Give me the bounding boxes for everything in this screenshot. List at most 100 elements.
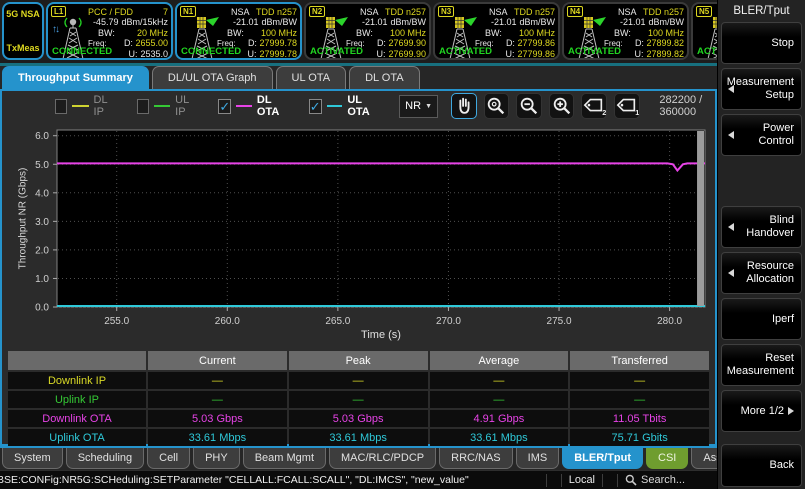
cell-panel-n3[interactable]: N3 NSATDD n257 -21.01dBm/BW BW:100 MHz F… bbox=[433, 2, 560, 60]
cell-panel-n4[interactable]: N4 NSATDD n257 -21.01dBm/BW BW:100 MHz F… bbox=[562, 2, 689, 60]
tab-beam-mgmt[interactable]: Beam Mgmt bbox=[243, 448, 326, 469]
tab-bler-tput[interactable]: BLER/Tput bbox=[562, 448, 643, 469]
svg-text:5.0: 5.0 bbox=[35, 160, 49, 171]
tab-ims[interactable]: IMS bbox=[516, 448, 560, 469]
stop-button[interactable]: Stop bbox=[721, 22, 802, 64]
search-icon bbox=[625, 474, 637, 486]
row-label-uplink-ip: Uplink IP bbox=[8, 391, 146, 408]
cell-power-unit: dBm/BW bbox=[261, 17, 297, 27]
tab-phy[interactable]: PHY bbox=[193, 448, 240, 469]
local-mode-button[interactable]: Local bbox=[569, 474, 595, 486]
cell-panel-n5[interactable]: N5 ACTIVATED bbox=[691, 2, 717, 60]
iperf-button[interactable]: Iperf bbox=[721, 298, 802, 340]
tab-scheduling[interactable]: Scheduling bbox=[66, 448, 144, 469]
search-field[interactable]: Search... bbox=[625, 474, 713, 486]
svg-text:1.0: 1.0 bbox=[35, 274, 49, 285]
cell-value: — bbox=[289, 372, 428, 389]
svg-text:4.0: 4.0 bbox=[35, 188, 49, 199]
zoom-fit-button[interactable] bbox=[484, 93, 510, 119]
tab-mac-rlc-pdcp[interactable]: MAC/RLC/PDCP bbox=[329, 448, 436, 469]
cell-power: -21.01 bbox=[233, 17, 259, 27]
cell-dl-freq: 27899.82 bbox=[646, 38, 684, 48]
throughput-chart-area[interactable]: 0.01.02.03.04.05.06.0255.0260.0265.0270.… bbox=[2, 121, 715, 347]
row-label-uplink-ota: Uplink OTA bbox=[8, 429, 146, 446]
zoom-out-icon bbox=[518, 95, 540, 117]
legend-item-dl-ip: DL IP bbox=[55, 94, 115, 118]
zoom-in-button[interactable] bbox=[549, 93, 575, 119]
back-button[interactable]: Back bbox=[721, 444, 802, 487]
reset-measurement-button[interactable]: Reset Measurement bbox=[721, 344, 802, 386]
right-arrow-icon bbox=[788, 407, 794, 415]
tab-system[interactable]: System bbox=[2, 448, 63, 469]
cell-bw: 100 MHz bbox=[261, 28, 297, 38]
cell-value: 4.91 Gbps bbox=[430, 410, 569, 427]
legend-label-3: UL OTA bbox=[347, 94, 377, 118]
cell-power-unit: dBm/15kHz bbox=[121, 17, 168, 27]
svg-text:260.0: 260.0 bbox=[215, 316, 240, 327]
cell-ul-freq: 27999.78 bbox=[259, 49, 297, 59]
cell-dl-freq: 27799.86 bbox=[517, 38, 555, 48]
cell-band: TDD n257 bbox=[514, 7, 555, 17]
cell-value: — bbox=[430, 391, 569, 408]
svg-text:1: 1 bbox=[636, 108, 640, 117]
resource-allocation-button[interactable]: Resource Allocation bbox=[721, 252, 802, 294]
zoom-out-button[interactable] bbox=[516, 93, 542, 119]
legend-checkbox-2[interactable]: ✓ bbox=[218, 99, 231, 114]
cell-value: 33.61 Mbps bbox=[148, 429, 287, 446]
cell-band: 7 bbox=[163, 7, 168, 17]
chevron-down-icon: ▼ bbox=[425, 103, 432, 110]
left-arrow-icon bbox=[728, 269, 734, 277]
legend-label-0: DL IP bbox=[94, 94, 115, 118]
cell-bw: 100 MHz bbox=[390, 28, 426, 38]
cell-power: -45.79 bbox=[93, 17, 119, 27]
legend-checkbox-0[interactable] bbox=[55, 99, 67, 114]
bw-label: BW: bbox=[614, 28, 631, 38]
cell-panel-n2[interactable]: N2 NSATDD n257 -21.01dBm/BW BW:100 MHz F… bbox=[304, 2, 431, 60]
legend-label-1: UL IP bbox=[175, 94, 196, 118]
cell-tech: NSA bbox=[360, 7, 379, 17]
svg-text:255.0: 255.0 bbox=[104, 316, 129, 327]
marker-2-button[interactable]: 2 bbox=[581, 93, 607, 119]
bw-label: BW: bbox=[485, 28, 502, 38]
cell-value: — bbox=[289, 391, 428, 408]
cell-dl-freq: 27699.90 bbox=[388, 38, 426, 48]
tab-dl-ota[interactable]: DL OTA bbox=[349, 66, 420, 89]
cell-tech: NSA bbox=[618, 7, 637, 17]
more-pages-button[interactable]: More 1/2 bbox=[721, 390, 802, 432]
cell-value: 75.71 Gbits bbox=[570, 429, 709, 446]
cell-value: — bbox=[570, 391, 709, 408]
cell-tech: PCC / FDD bbox=[88, 7, 133, 17]
measurement-setup-button[interactable]: Measurement Setup bbox=[721, 68, 802, 110]
svg-text:275.0: 275.0 bbox=[547, 316, 572, 327]
left-arrow-icon bbox=[728, 85, 734, 93]
cell-bw: 100 MHz bbox=[648, 28, 684, 38]
tab-cell[interactable]: Cell bbox=[147, 448, 190, 469]
zoom-in-icon bbox=[551, 95, 573, 117]
bw-label: BW: bbox=[227, 28, 244, 38]
cell-tech: NSA bbox=[489, 7, 508, 17]
scope-dropdown[interactable]: NR ▼ bbox=[399, 95, 438, 118]
system-status-box[interactable]: 5G NSA TxMeas bbox=[2, 2, 44, 60]
cell-state: CONNECTED bbox=[181, 46, 241, 57]
cell-band: TDD n257 bbox=[385, 7, 426, 17]
power-control-button[interactable]: Power Control bbox=[721, 114, 802, 156]
zoom-fit-icon bbox=[485, 95, 507, 117]
legend-checkbox-3[interactable]: ✓ bbox=[309, 99, 322, 114]
tab-dlul-ota-graph[interactable]: DL/UL OTA Graph bbox=[152, 66, 273, 89]
svg-text:280.0: 280.0 bbox=[657, 316, 682, 327]
cell-panel-n1[interactable]: N1 NSATDD n257 -21.01dBm/BW BW:100 MHz F… bbox=[175, 2, 302, 60]
marker-1-button[interactable]: 1 bbox=[614, 93, 640, 119]
legend-checkbox-1[interactable] bbox=[137, 99, 149, 114]
tab-rrc-nas[interactable]: RRC/NAS bbox=[439, 448, 513, 469]
pan-tool-button[interactable] bbox=[451, 93, 477, 119]
legend-line-3 bbox=[327, 105, 343, 107]
tab-throughput-summary[interactable]: Throughput Summary bbox=[2, 66, 149, 89]
cell-panel-l1[interactable]: L1 ↑↓ PCC / FDD7 -45.79dBm/15kHz BW:20 M… bbox=[46, 2, 173, 60]
throughput-chart: 0.01.02.03.04.05.06.0255.0260.0265.0270.… bbox=[2, 121, 715, 347]
cell-bw: 100 MHz bbox=[519, 28, 555, 38]
cell-power-unit: dBm/BW bbox=[648, 17, 684, 27]
tab-csi[interactable]: CSI bbox=[646, 448, 688, 469]
blind-handover-button[interactable]: Blind Handover bbox=[721, 206, 802, 248]
legend-line-2 bbox=[236, 105, 252, 107]
tab-ul-ota[interactable]: UL OTA bbox=[276, 66, 347, 89]
